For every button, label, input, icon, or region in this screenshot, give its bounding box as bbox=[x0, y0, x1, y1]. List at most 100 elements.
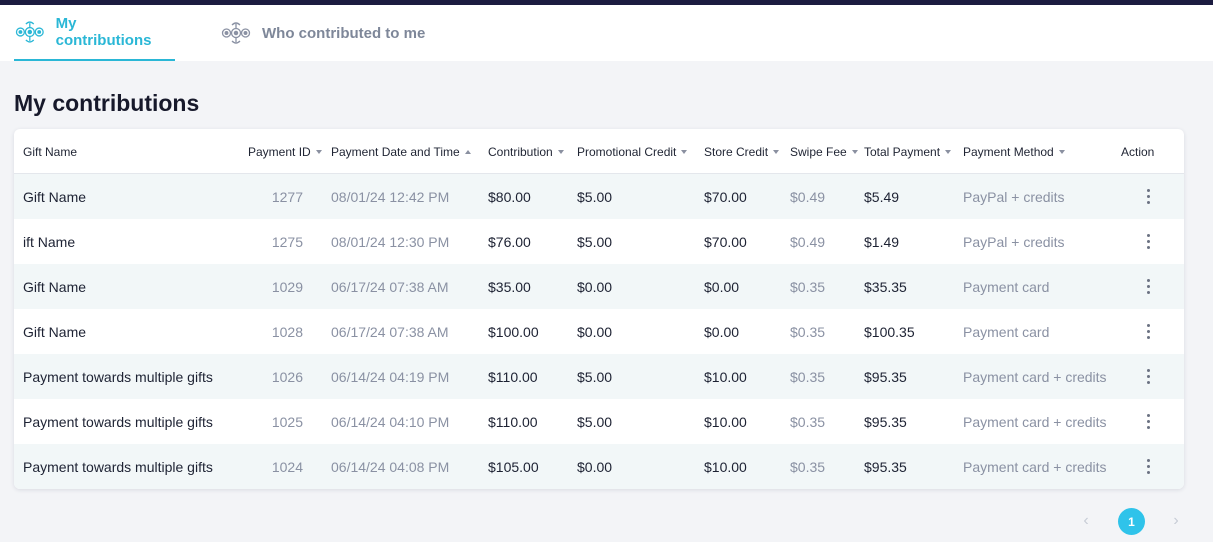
cell-payment-method: PayPal + credits bbox=[963, 188, 1065, 205]
row-actions-kebab-icon[interactable] bbox=[1140, 321, 1156, 341]
kebab-dot bbox=[1146, 278, 1150, 282]
column-header-payment-date[interactable]: Payment Date and Time bbox=[331, 129, 471, 174]
kebab-dot bbox=[1146, 188, 1150, 192]
cell-promotional-credit: $5.00 bbox=[577, 368, 613, 385]
column-header-swipe-fee[interactable]: Swipe Fee bbox=[790, 129, 858, 174]
pagination-prev-button[interactable]: ‹ bbox=[1078, 508, 1094, 534]
cell-total-payment: $95.35 bbox=[864, 368, 907, 385]
sort-caret-icon bbox=[464, 149, 471, 154]
kebab-dot bbox=[1146, 200, 1150, 204]
column-header-contribution[interactable]: Contribution bbox=[488, 129, 564, 174]
contributions-table: Gift Name Payment ID Payment Date and Ti… bbox=[14, 129, 1184, 489]
table-row: Payment towards multiple gifts 1025 06/14/… bbox=[14, 399, 1184, 444]
kebab-dot bbox=[1146, 323, 1150, 327]
cell-payment-date: 08/01/24 12:42 PM bbox=[331, 188, 450, 205]
gift-swirl-icon bbox=[221, 22, 251, 44]
cell-promotional-credit: $5.00 bbox=[577, 188, 613, 205]
kebab-dot bbox=[1146, 335, 1150, 339]
kebab-dot bbox=[1146, 194, 1150, 198]
cell-contribution: $105.00 bbox=[488, 458, 539, 475]
kebab-dot bbox=[1146, 470, 1150, 474]
table-row: ift Name 1275 08/01/24 12:30 PM $76.00 $5.00… bbox=[14, 219, 1184, 264]
sort-caret-icon bbox=[557, 149, 564, 154]
cell-total-payment: $95.35 bbox=[864, 458, 907, 475]
kebab-dot bbox=[1146, 368, 1150, 372]
cell-payment-id: 1028 bbox=[271, 323, 303, 340]
cell-payment-date: 06/14/24 04:19 PM bbox=[331, 368, 450, 385]
cell-swipe-fee: $0.35 bbox=[790, 368, 826, 385]
cell-promotional-credit: $0.00 bbox=[577, 323, 613, 340]
row-actions-kebab-icon[interactable] bbox=[1140, 276, 1156, 296]
table-header: Gift Name Payment ID Payment Date and Ti… bbox=[14, 129, 1184, 174]
cell-gift-name: Payment towards multiple gifts bbox=[23, 458, 213, 475]
cell-contribution: $80.00 bbox=[488, 188, 531, 205]
tab-bar: My contributions Who contributed to me bbox=[0, 5, 1213, 61]
kebab-dot bbox=[1146, 284, 1150, 288]
cell-gift-name: ift Name bbox=[23, 233, 76, 250]
table-row: Gift Name 1028 06/17/24 07:38 AM $100.00 $0.… bbox=[14, 309, 1184, 354]
sort-caret-icon bbox=[945, 149, 952, 154]
cell-payment-date: 06/14/24 04:10 PM bbox=[331, 413, 450, 430]
table-row: Payment towards multiple gifts 1024 06/14/… bbox=[14, 444, 1184, 489]
cell-total-payment: $35.35 bbox=[864, 278, 907, 295]
cell-payment-date: 08/01/24 12:30 PM bbox=[331, 233, 450, 250]
kebab-dot bbox=[1146, 233, 1150, 237]
cell-swipe-fee: $0.35 bbox=[790, 323, 826, 340]
sort-caret-icon bbox=[681, 149, 688, 154]
cell-promotional-credit: $5.00 bbox=[577, 413, 613, 430]
sort-caret-icon bbox=[773, 149, 780, 154]
cell-swipe-fee: $0.35 bbox=[790, 458, 826, 475]
tab-my-contributions[interactable]: My contributions bbox=[14, 5, 175, 61]
column-header-total-payment[interactable]: Total Payment bbox=[864, 129, 952, 174]
column-header-payment-method[interactable]: Payment Method bbox=[963, 129, 1065, 174]
cell-gift-name: Payment towards multiple gifts bbox=[23, 413, 213, 430]
cell-store-credit: $70.00 bbox=[704, 233, 747, 250]
cell-store-credit: $0.00 bbox=[704, 278, 740, 295]
cell-payment-id: 1277 bbox=[271, 188, 303, 205]
row-actions-kebab-icon[interactable] bbox=[1140, 456, 1156, 476]
kebab-dot bbox=[1146, 380, 1150, 384]
cell-promotional-credit: $5.00 bbox=[577, 233, 613, 250]
column-header-promotional-credit[interactable]: Promotional Credit bbox=[577, 129, 688, 174]
kebab-dot bbox=[1146, 419, 1150, 423]
column-header-action: Action bbox=[1121, 144, 1155, 159]
row-actions-kebab-icon[interactable] bbox=[1140, 231, 1156, 251]
cell-payment-id: 1026 bbox=[271, 368, 303, 385]
table-row: Gift Name 1029 06/17/24 07:38 AM $35.00 $0.0… bbox=[14, 264, 1184, 309]
cell-contribution: $100.00 bbox=[488, 323, 539, 340]
kebab-dot bbox=[1146, 245, 1150, 249]
cell-store-credit: $10.00 bbox=[704, 368, 747, 385]
column-header-gift-name: Gift Name bbox=[23, 144, 78, 159]
cell-payment-id: 1029 bbox=[271, 278, 303, 295]
cell-payment-id: 1275 bbox=[271, 233, 303, 250]
cell-contribution: $76.00 bbox=[488, 233, 531, 250]
cell-total-payment: $100.35 bbox=[864, 323, 915, 340]
row-actions-kebab-icon[interactable] bbox=[1140, 186, 1156, 206]
column-header-store-credit[interactable]: Store Credit bbox=[704, 129, 780, 174]
kebab-dot bbox=[1146, 458, 1150, 462]
kebab-dot bbox=[1146, 425, 1150, 429]
kebab-dot bbox=[1146, 290, 1150, 294]
cell-payment-method: Payment card bbox=[963, 323, 1050, 340]
cell-payment-method: Payment card + credits bbox=[963, 413, 1107, 430]
tab-who-contributed[interactable]: Who contributed to me bbox=[220, 5, 425, 61]
cell-contribution: $35.00 bbox=[488, 278, 531, 295]
cell-payment-method: Payment card + credits bbox=[963, 368, 1107, 385]
kebab-dot bbox=[1146, 329, 1150, 333]
kebab-dot bbox=[1146, 374, 1150, 378]
pagination-page-button[interactable]: 1 bbox=[1118, 508, 1145, 535]
cell-payment-date: 06/14/24 04:08 PM bbox=[331, 458, 450, 475]
cell-store-credit: $10.00 bbox=[704, 413, 747, 430]
tab-label: My contributions bbox=[55, 15, 152, 49]
cell-gift-name: Gift Name bbox=[23, 278, 87, 295]
row-actions-kebab-icon[interactable] bbox=[1140, 411, 1156, 431]
column-header-payment-id[interactable]: Payment ID bbox=[248, 129, 322, 174]
table-row: Payment towards multiple gifts 1026 06/14/… bbox=[14, 354, 1184, 399]
cell-swipe-fee: $0.35 bbox=[790, 413, 826, 430]
cell-gift-name: Gift Name bbox=[23, 188, 87, 205]
cell-gift-name: Gift Name bbox=[23, 323, 87, 340]
pagination-next-button[interactable]: › bbox=[1168, 508, 1184, 534]
cell-payment-method: PayPal + credits bbox=[963, 233, 1065, 250]
row-actions-kebab-icon[interactable] bbox=[1140, 366, 1156, 386]
cell-payment-id: 1024 bbox=[271, 458, 303, 475]
